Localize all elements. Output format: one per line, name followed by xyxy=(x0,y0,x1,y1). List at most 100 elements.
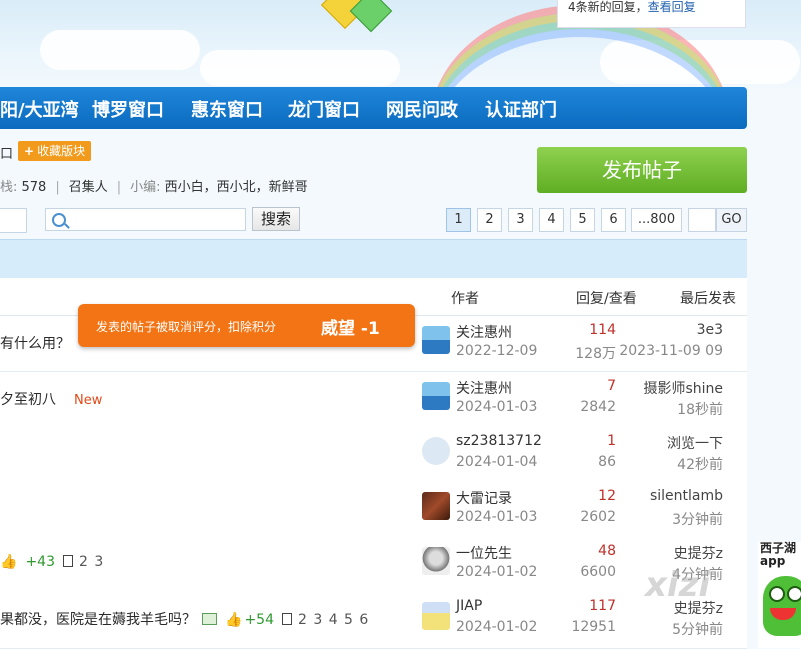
board-stats: 栈: 578 | 召集人 | 小编: 西小白，西小北，新鲜哥 xyxy=(0,176,308,195)
like-count: +54 xyxy=(244,612,274,628)
view-count: 2842 xyxy=(580,399,616,415)
thread-author[interactable]: 关注惠州 xyxy=(456,322,512,342)
new-post-button[interactable]: 发布帖子 xyxy=(537,147,747,193)
nav-item-boluo[interactable]: 博罗窗口 xyxy=(92,96,164,122)
thumbs-up-icon: 👍 xyxy=(225,612,243,628)
page-icon xyxy=(281,613,292,625)
last-post-time[interactable]: 3分钟前 xyxy=(672,509,723,529)
promo-line2: app xyxy=(760,554,786,568)
avatar[interactable] xyxy=(422,547,450,575)
table-row[interactable]: 大雷记录 2024-01-03 12 2602 silentlamb 3分钟前 xyxy=(0,482,747,538)
view-replies-link[interactable]: 查看回复 xyxy=(648,0,696,14)
editors-label: 小编: xyxy=(130,180,165,195)
avatar[interactable] xyxy=(422,437,450,465)
app-promo[interactable]: 西子湖 app xyxy=(758,542,801,648)
thread-title-wrap: 果都没，医院是在薅我羊毛吗？ 👍 +54 2 3 4 5 6 xyxy=(0,609,369,629)
thread-author[interactable]: JIAP xyxy=(456,598,482,614)
divider: | xyxy=(55,180,60,195)
last-post-time[interactable]: 42秒前 xyxy=(677,454,723,474)
cloud-decoration xyxy=(200,50,400,86)
thread-title[interactable]: 夕至初八 xyxy=(0,392,56,408)
cloud-decoration xyxy=(40,30,200,70)
table-row[interactable]: 果都没，医院是在薅我羊毛吗？ 👍 +54 2 3 4 5 6 JIAP 2024-01… xyxy=(0,592,747,649)
last-poster[interactable]: 浏览一下 xyxy=(667,433,723,453)
last-post-time[interactable]: 18秒前 xyxy=(677,399,723,419)
nav-item-longmen[interactable]: 龙门窗口 xyxy=(288,96,360,122)
image-icon xyxy=(202,613,217,625)
mascot-eye xyxy=(769,586,785,602)
goto-page-input[interactable] xyxy=(688,208,716,232)
column-reply-view: 回复/查看 xyxy=(576,291,637,307)
last-poster[interactable]: 史提芬z xyxy=(674,543,723,563)
promo-text: 西子湖 app xyxy=(760,542,796,568)
last-post-time[interactable]: 2023-11-09 09 xyxy=(619,343,723,359)
page-3[interactable]: 3 xyxy=(508,208,533,232)
last-poster[interactable]: silentlamb xyxy=(650,488,723,504)
mascot-icon xyxy=(763,576,801,636)
page-2[interactable]: 2 xyxy=(477,208,502,232)
thread-date: 2024-01-02 xyxy=(456,564,538,580)
stats-value: 578 xyxy=(21,180,47,195)
thread-date: 2024-01-04 xyxy=(456,454,538,470)
thread-title[interactable]: 果都没，医院是在薅我羊毛吗？ xyxy=(0,612,196,628)
editors-list[interactable]: 西小白，西小北，新鲜哥 xyxy=(165,180,308,195)
table-row[interactable]: sz23813712 2024-01-04 1 86 浏览一下 42秒前 xyxy=(0,427,747,483)
thread-author[interactable]: 一位先生 xyxy=(456,543,512,563)
thread-date: 2024-01-03 xyxy=(456,509,538,525)
thread-author[interactable]: 关注惠州 xyxy=(456,378,512,398)
view-count: 86 xyxy=(598,454,616,470)
last-post-time[interactable]: 5分钟前 xyxy=(672,619,723,639)
search-icon xyxy=(52,213,66,227)
nav-item-certified-dept[interactable]: 认证部门 xyxy=(485,96,557,122)
nav-item-daya-bay[interactable]: 阳/大亚湾 xyxy=(0,96,79,122)
main-nav: 阳/大亚湾 博罗窗口 惠东窗口 龙门窗口 网民问政 认证部门 xyxy=(0,87,747,129)
favorite-board-button[interactable]: + 收藏版块 xyxy=(18,141,92,161)
thread-date: 2024-01-02 xyxy=(456,619,538,635)
toast-value: 威望 -1 xyxy=(321,319,380,339)
table-row[interactable]: 👍 +43 2 3 一位先生 2024-01-02 48 6600 史提芬z 4分钟… xyxy=(0,537,747,593)
thread-author[interactable]: 大雷记录 xyxy=(456,488,512,508)
reply-count: 117 xyxy=(589,598,616,614)
view-count: 128万 xyxy=(575,346,616,362)
promo-line1: 西子湖 xyxy=(760,541,797,555)
thread-date: 2022-12-09 xyxy=(456,343,538,359)
page-icon xyxy=(62,555,73,567)
reply-notice: 4条新的回复，查看回复 xyxy=(557,0,746,28)
nav-item-netizen-politics[interactable]: 网民问政 xyxy=(386,96,458,122)
thumbs-up-icon: 👍 xyxy=(0,554,18,570)
page-4[interactable]: 4 xyxy=(539,208,564,232)
avatar[interactable] xyxy=(422,326,450,354)
avatar[interactable] xyxy=(422,492,450,520)
plus-icon: + xyxy=(24,144,35,158)
thread-pages[interactable]: 2 3 4 5 6 xyxy=(298,612,369,628)
column-last-post: 最后发表 xyxy=(680,291,736,307)
kite-decoration xyxy=(349,0,393,33)
score-toast: 发表的帖子被取消评分，扣除积分 威望 -1 xyxy=(78,304,415,347)
page-last[interactable]: ...800 xyxy=(631,208,682,232)
page-6[interactable]: 6 xyxy=(601,208,626,232)
thread-author[interactable]: sz23813712 xyxy=(456,433,542,449)
reply-count: 114 xyxy=(589,322,616,338)
page-5[interactable]: 5 xyxy=(570,208,595,232)
view-count: 12951 xyxy=(571,619,616,635)
filter-select[interactable] xyxy=(0,208,27,233)
stats-label: 栈: xyxy=(0,180,22,195)
view-count: 2602 xyxy=(580,509,616,525)
new-badge: New xyxy=(74,393,103,408)
search-input[interactable] xyxy=(45,208,246,231)
avatar[interactable] xyxy=(422,382,450,410)
table-row[interactable]: 夕至初八 New 关注惠州 2024-01-03 7 2842 摄影师shine … xyxy=(0,372,747,428)
thread-pages[interactable]: 2 3 xyxy=(79,554,104,570)
reply-count: 1 xyxy=(607,433,616,449)
page-1[interactable]: 1 xyxy=(446,208,471,232)
mascot-eye xyxy=(787,586,801,602)
avatar[interactable] xyxy=(422,602,450,630)
last-poster[interactable]: 3e3 xyxy=(697,322,723,338)
goto-button[interactable]: GO xyxy=(716,208,747,232)
last-poster[interactable]: 摄影师shine xyxy=(643,378,723,398)
search-button[interactable]: 搜索 xyxy=(252,207,300,231)
board-host[interactable]: 召集人 xyxy=(69,180,108,195)
thread-title[interactable]: 有什么用？ xyxy=(0,333,70,353)
nav-item-huidong[interactable]: 惠东窗口 xyxy=(191,96,263,122)
toast-message: 发表的帖子被取消评分，扣除积分 xyxy=(96,320,277,334)
